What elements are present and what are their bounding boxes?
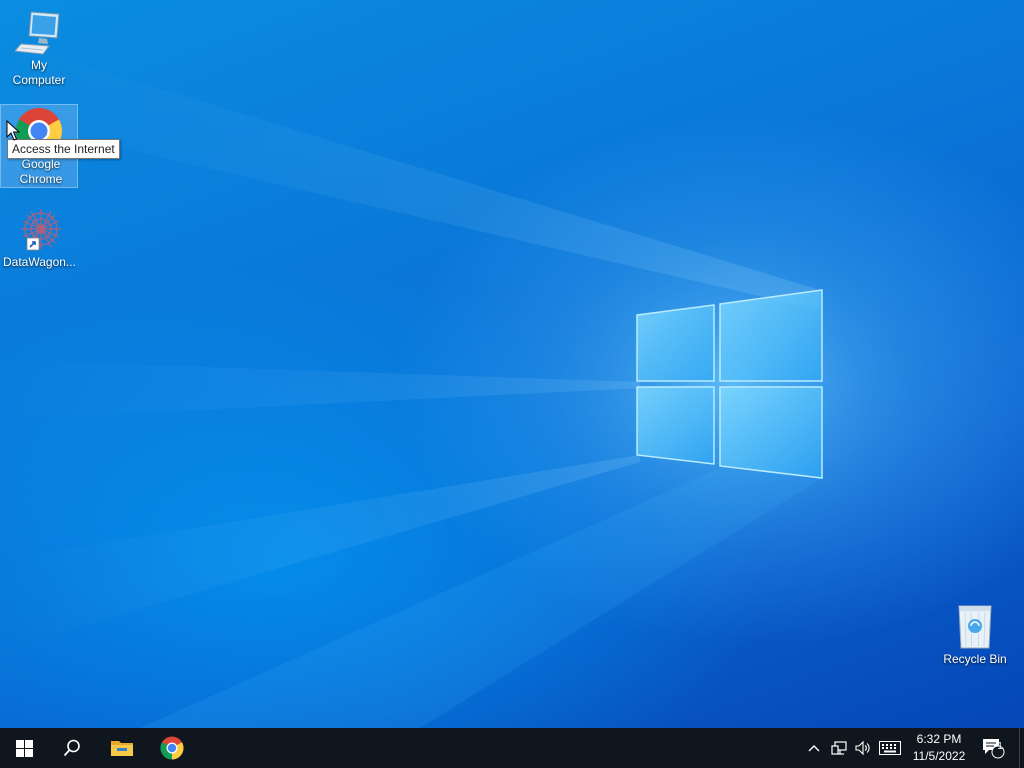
desktop-icon-my-computer[interactable]: My Computer (1, 8, 77, 88)
taskbar-clock[interactable]: 6:32 PM 11/5/2022 (904, 728, 974, 768)
taskbar: 6:32 PM 11/5/2022 1 (0, 728, 1024, 768)
clock-time: 6:32 PM (916, 732, 962, 746)
recycle-bin-icon (951, 602, 999, 650)
windows-start-icon (15, 739, 33, 757)
chevron-up-icon (808, 745, 820, 752)
keyboard-icon (879, 741, 901, 755)
volume-icon (855, 740, 870, 756)
show-hidden-icons-button[interactable] (804, 728, 824, 768)
start-button[interactable] (0, 728, 48, 768)
search-button[interactable] (48, 728, 96, 768)
search-icon (63, 739, 80, 757)
tooltip: Access the Internet (7, 139, 120, 159)
computer-icon (14, 8, 63, 56)
desktop-icon-label: My Computer (12, 58, 66, 87)
desktop-icon-label: Recycle Bin (943, 652, 1007, 666)
chrome-icon (160, 736, 184, 760)
show-desktop-button[interactable] (1019, 728, 1024, 768)
notification-count-badge: 1 (997, 741, 1003, 752)
volume-button[interactable] (852, 728, 874, 768)
taskbar-chrome[interactable] (148, 728, 196, 768)
desktop-icon-label: Google Chrome (19, 157, 63, 186)
desktop[interactable]: My Computer Google Chrome DataWagon... R… (0, 0, 1024, 728)
file-explorer-icon (111, 741, 133, 756)
touch-keyboard-button[interactable] (877, 728, 903, 768)
clock-date: 11/5/2022 (912, 749, 966, 763)
network-button[interactable] (828, 728, 850, 768)
action-center-button[interactable]: 1 (978, 728, 1008, 768)
wallpaper (0, 40, 960, 728)
desktop-icon-datawagon[interactable]: DataWagon... (1, 205, 77, 270)
taskbar-file-explorer[interactable] (98, 728, 146, 768)
network-icon (831, 741, 847, 755)
desktop-icon-label: DataWagon... (3, 255, 76, 269)
datawagon-icon (15, 205, 63, 253)
shortcut-arrow-icon (26, 237, 40, 251)
desktop-icon-recycle-bin[interactable]: Recycle Bin (937, 602, 1013, 667)
mouse-cursor-icon (6, 119, 21, 147)
